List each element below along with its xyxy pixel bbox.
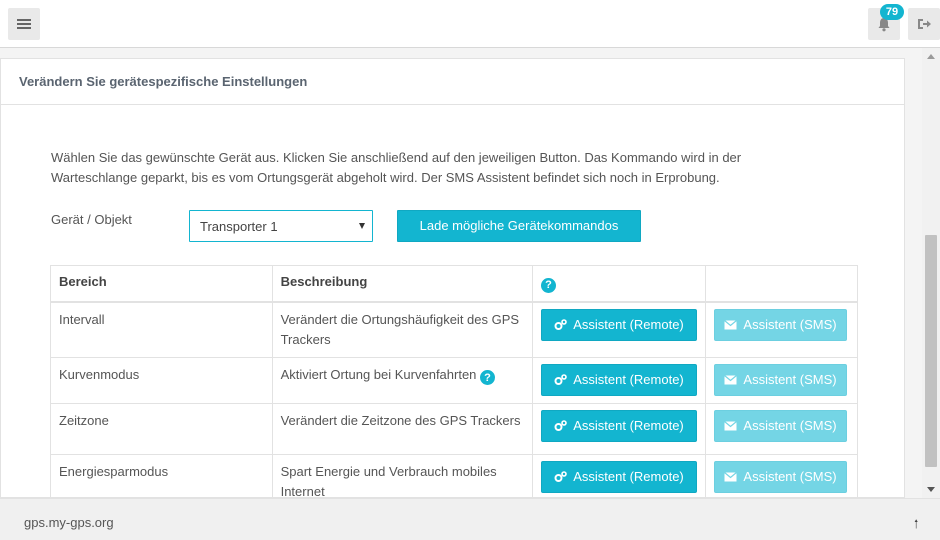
cogs-icon (554, 318, 568, 330)
assistant-remote-button[interactable]: Assistent (Remote) (541, 308, 697, 341)
scrollbar-thumb[interactable] (925, 235, 937, 467)
assistant-remote-button[interactable]: Assistent (Remote) (541, 363, 697, 396)
menu-icon (17, 19, 31, 29)
column-header-description: Beschreibung (272, 265, 534, 303)
cogs-icon (554, 470, 568, 482)
assistant-remote-label: Assistent (Remote) (573, 468, 684, 484)
load-commands-button[interactable]: Lade mögliche Gerätekommandos (397, 210, 641, 242)
assistant-remote-button[interactable]: Assistent (Remote) (541, 409, 697, 442)
top-bar: 79 (0, 0, 940, 48)
device-select[interactable]: Transporter 1 (189, 210, 373, 242)
row-description: Aktiviert Ortung bei Kurvenfahrten (280, 366, 477, 382)
table-row: Intervall Verändert die Ortungshäufigkei… (50, 301, 858, 358)
table-row: Zeitzone Verändert die Zeitzone des GPS … (50, 403, 858, 455)
assistant-sms-button[interactable]: Assistent (SMS) (714, 308, 847, 341)
assistant-sms-label: Assistent (SMS) (743, 316, 837, 332)
assistant-remote-button[interactable]: Assistent (Remote) (541, 460, 697, 493)
assistant-sms-label: Assistent (SMS) (743, 371, 837, 387)
assistant-sms-label: Assistent (SMS) (743, 417, 837, 433)
help-icon[interactable]: ? (480, 370, 496, 385)
column-header-help[interactable]: ? (532, 265, 706, 303)
cogs-icon (554, 419, 568, 431)
assistant-sms-label: Assistent (SMS) (743, 468, 837, 484)
intro-text: Wählen Sie das gewünschte Gerät aus. Kli… (51, 150, 742, 185)
table-row: Energiesparmodus Spart Energie und Verbr… (50, 454, 858, 497)
footer: gps.my-gps.org 🠑 (0, 498, 940, 540)
table-row: Kurvenmodus Aktiviert Ortung bei Kurvenf… (50, 357, 858, 404)
footer-site-link[interactable]: gps.my-gps.org (24, 515, 114, 530)
chevron-down-icon (359, 223, 365, 229)
logout-button[interactable] (908, 8, 940, 40)
row-description: Verändert die Ortungshäufigkeit des GPS … (272, 301, 534, 358)
row-description: Verändert die Zeitzone des GPS Trackers (272, 403, 534, 455)
assistant-sms-button[interactable]: Assistent (SMS) (714, 460, 847, 493)
assistant-sms-button[interactable]: Assistent (SMS) (714, 363, 847, 396)
help-icon[interactable]: ? (541, 277, 556, 293)
assistant-remote-label: Assistent (Remote) (573, 371, 684, 387)
row-description: Spart Energie und Verbrauch mobiles Inte… (272, 454, 534, 497)
assistant-remote-label: Assistent (Remote) (573, 417, 684, 433)
assistant-remote-label: Assistent (Remote) (573, 316, 684, 332)
column-header-empty (705, 265, 858, 303)
envelope-icon (724, 319, 738, 329)
menu-toggle-button[interactable] (8, 8, 40, 40)
notification-count-badge: 79 (880, 4, 904, 20)
commands-table: Bereich Beschreibung ? Intervall Verände… (50, 265, 858, 497)
envelope-icon (724, 374, 738, 384)
assistant-sms-button[interactable]: Assistent (SMS) (714, 409, 847, 442)
row-area: Kurvenmodus (50, 357, 273, 404)
sign-out-icon (918, 19, 931, 29)
row-area: Intervall (50, 301, 273, 358)
envelope-icon (724, 471, 738, 481)
row-area: Energiesparmodus (50, 454, 273, 497)
device-label: Gerät / Objekt (51, 212, 132, 227)
device-settings-panel: Verändern Sie gerätespezifische Einstell… (0, 58, 905, 498)
device-select-value: Transporter 1 (200, 219, 278, 234)
scroll-up-arrow-icon[interactable] (927, 54, 935, 59)
arrow-up-icon[interactable]: 🠑 (914, 515, 918, 536)
row-area: Zeitzone (50, 403, 273, 455)
envelope-icon (724, 420, 738, 430)
panel-title: Verändern Sie gerätespezifische Einstell… (1, 59, 904, 105)
scroll-down-arrow-icon[interactable] (927, 487, 935, 492)
cogs-icon (554, 373, 568, 385)
column-header-area: Bereich (50, 265, 273, 303)
